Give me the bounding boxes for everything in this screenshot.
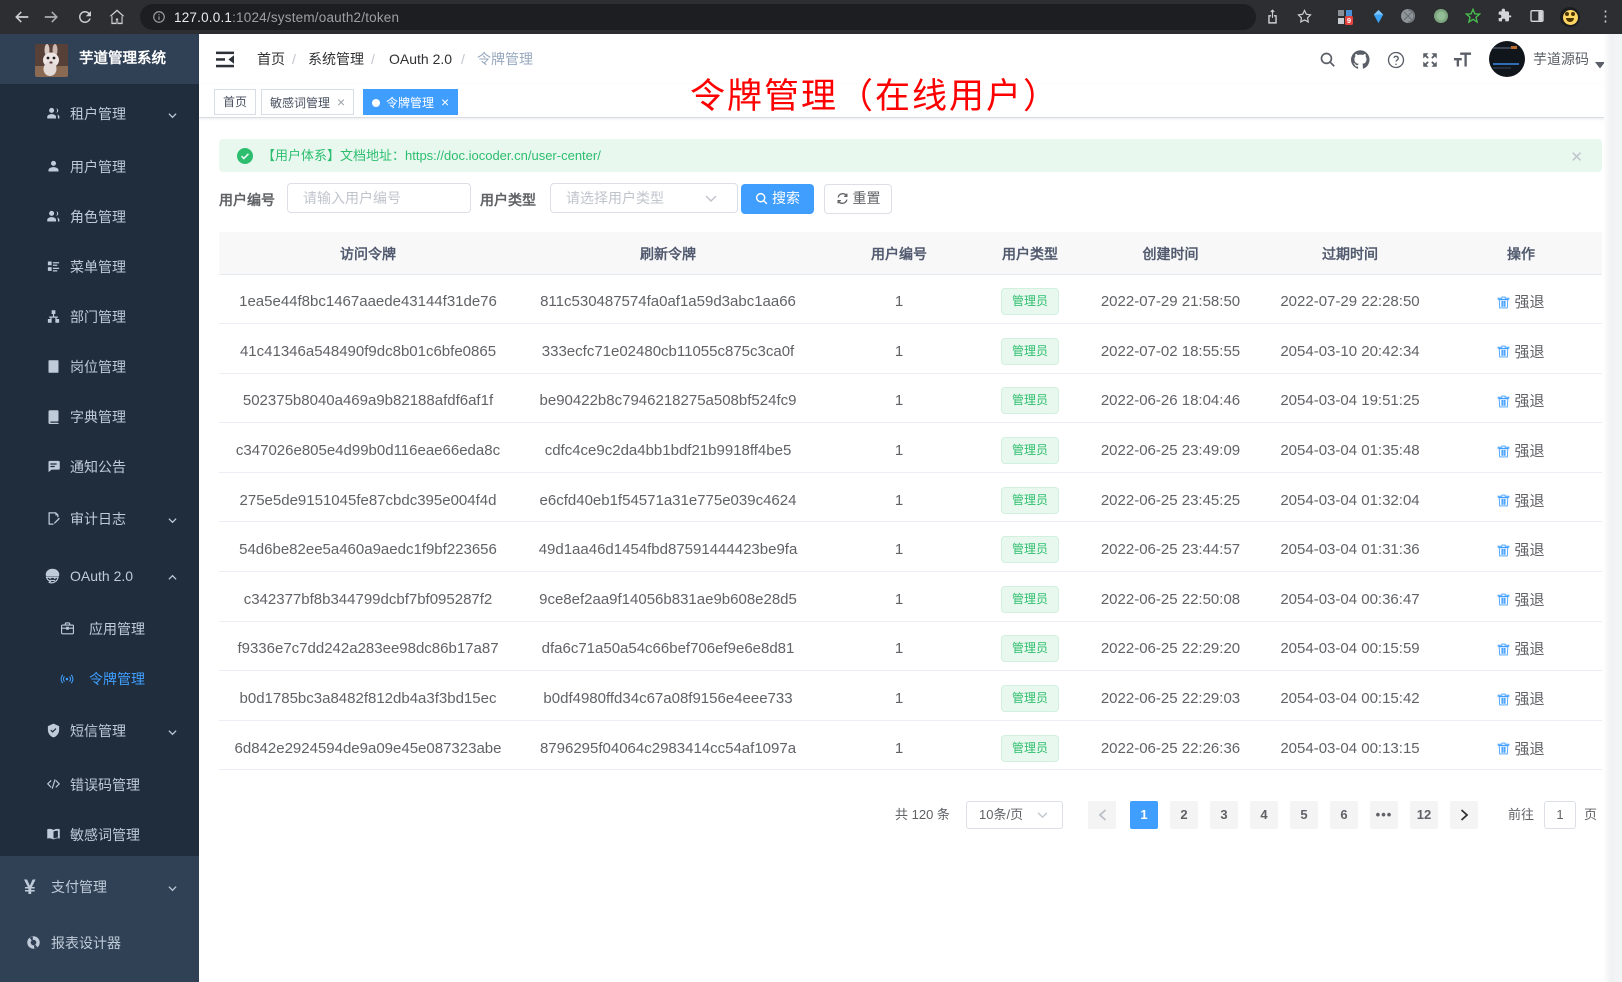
svg-text:9: 9 [1347, 16, 1351, 25]
